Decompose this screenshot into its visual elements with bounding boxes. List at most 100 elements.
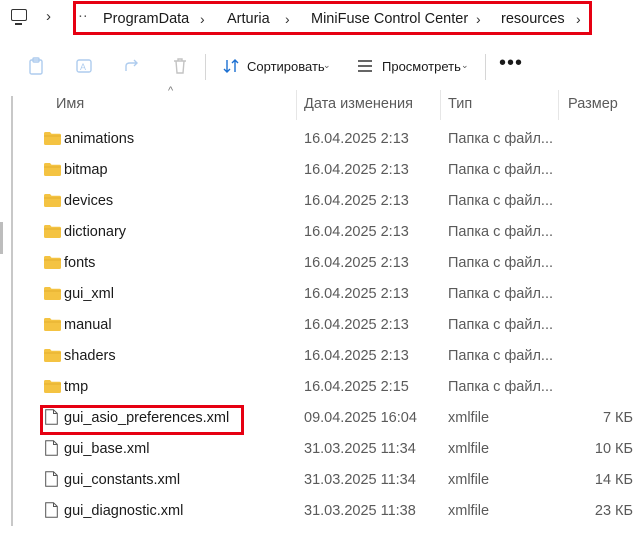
folder-row[interactable]: dictionary 16.04.2025 2:13 Папка с файл... bbox=[0, 217, 644, 248]
file-name[interactable]: gui_base.xml bbox=[64, 441, 149, 457]
column-type[interactable]: Тип bbox=[448, 96, 472, 112]
highlight-box bbox=[40, 405, 244, 435]
folder-icon bbox=[44, 287, 61, 300]
chevron-right-icon[interactable]: › bbox=[476, 11, 481, 27]
file-date: 31.03.2025 11:34 bbox=[304, 472, 416, 488]
file-date: 16.04.2025 2:13 bbox=[304, 286, 409, 302]
file-type: Папка с файл... bbox=[448, 379, 554, 395]
file-type: xmlfile bbox=[448, 441, 490, 457]
folder-icon bbox=[44, 132, 61, 145]
folder-row[interactable]: bitmap 16.04.2025 2:13 Папка с файл... bbox=[0, 155, 644, 186]
sort-icon[interactable] bbox=[222, 57, 240, 75]
file-type: Папка с файл... bbox=[448, 193, 554, 209]
folder-row[interactable]: shaders 16.04.2025 2:13 Папка с файл... bbox=[0, 341, 644, 372]
file-type: Папка с файл... bbox=[448, 286, 554, 302]
breadcrumb-programdata[interactable]: ProgramData bbox=[103, 11, 189, 27]
folder-row[interactable]: fonts 16.04.2025 2:13 Папка с файл... bbox=[0, 248, 644, 279]
file-row[interactable]: gui_base.xml 31.03.2025 11:34 xmlfile 10 КБ bbox=[0, 434, 644, 465]
file-name[interactable]: tmp bbox=[64, 379, 88, 395]
breadcrumb-overflow[interactable]: ·· bbox=[78, 8, 88, 24]
file-name[interactable]: animations bbox=[64, 131, 134, 147]
file-type: Папка с файл... bbox=[448, 255, 554, 271]
file-type: xmlfile bbox=[448, 472, 490, 488]
chevron-right-icon[interactable]: › bbox=[200, 11, 205, 27]
column-divider[interactable] bbox=[558, 90, 559, 120]
column-name[interactable]: Имя bbox=[56, 96, 84, 112]
breadcrumb: ·· ProgramData › Arturia › MiniFuse Cont… bbox=[73, 1, 592, 35]
chevron-down-icon[interactable]: ⌄ bbox=[461, 60, 469, 71]
document-icon bbox=[45, 471, 58, 487]
svg-text:A: A bbox=[80, 62, 86, 72]
chevron-right-icon[interactable]: › bbox=[46, 8, 51, 25]
column-header: ^ Имя Дата изменения Тип Размер bbox=[0, 85, 644, 120]
column-size[interactable]: Размер bbox=[568, 96, 618, 112]
folder-row[interactable]: animations 16.04.2025 2:13 Папка с файл... bbox=[0, 124, 644, 155]
file-date: 16.04.2025 2:13 bbox=[304, 193, 409, 209]
breadcrumb-arturia[interactable]: Arturia bbox=[227, 11, 270, 27]
folder-icon bbox=[44, 256, 61, 269]
folder-icon bbox=[44, 163, 61, 176]
file-type: xmlfile bbox=[448, 410, 490, 426]
folder-row[interactable]: tmp 16.04.2025 2:15 Папка с файл... bbox=[0, 372, 644, 403]
sort-button[interactable]: Сортировать bbox=[247, 59, 325, 74]
file-date: 16.04.2025 2:15 bbox=[304, 379, 409, 395]
file-date: 31.03.2025 11:34 bbox=[304, 441, 416, 457]
file-size: 23 КБ bbox=[594, 503, 633, 519]
folder-icon bbox=[44, 380, 61, 393]
file-size: 14 КБ bbox=[594, 472, 633, 488]
file-name[interactable]: shaders bbox=[64, 348, 116, 364]
file-name[interactable]: gui_constants.xml bbox=[64, 472, 180, 488]
view-button[interactable]: Просмотреть bbox=[382, 59, 461, 74]
document-icon bbox=[45, 440, 58, 456]
file-type: Папка с файл... bbox=[448, 162, 554, 178]
chevron-down-icon[interactable]: ⌄ bbox=[323, 60, 331, 71]
file-type: Папка с файл... bbox=[448, 348, 554, 364]
chevron-right-icon[interactable]: › bbox=[285, 11, 290, 27]
folder-row[interactable]: manual 16.04.2025 2:13 Папка с файл... bbox=[0, 310, 644, 341]
divider bbox=[485, 54, 486, 80]
computer-icon[interactable] bbox=[11, 9, 27, 25]
file-size: 7 КБ bbox=[602, 410, 633, 426]
file-type: xmlfile bbox=[448, 503, 490, 519]
folder-row[interactable]: devices 16.04.2025 2:13 Папка с файл... bbox=[0, 186, 644, 217]
paste-icon[interactable] bbox=[27, 57, 45, 75]
file-name[interactable]: fonts bbox=[64, 255, 95, 271]
divider bbox=[205, 54, 206, 80]
file-name[interactable]: bitmap bbox=[64, 162, 108, 178]
command-bar: A Сортировать ⌄ Просмотреть ⌄ ••• bbox=[0, 44, 644, 90]
breadcrumb-resources[interactable]: resources bbox=[501, 11, 565, 27]
column-divider[interactable] bbox=[440, 90, 441, 120]
folder-row[interactable]: gui_xml 16.04.2025 2:13 Папка с файл... bbox=[0, 279, 644, 310]
file-date: 16.04.2025 2:13 bbox=[304, 317, 409, 333]
folder-icon bbox=[44, 194, 61, 207]
chevron-right-icon[interactable]: › bbox=[576, 11, 581, 27]
file-date: 31.03.2025 11:38 bbox=[304, 503, 416, 519]
file-date: 16.04.2025 2:13 bbox=[304, 162, 409, 178]
file-name[interactable]: gui_xml bbox=[64, 286, 114, 302]
file-name[interactable]: manual bbox=[64, 317, 112, 333]
file-name[interactable]: gui_diagnostic.xml bbox=[64, 503, 183, 519]
file-type: Папка с файл... bbox=[448, 317, 554, 333]
file-name[interactable]: dictionary bbox=[64, 224, 126, 240]
file-size: 10 КБ bbox=[594, 441, 633, 457]
share-icon[interactable] bbox=[123, 57, 141, 75]
column-divider[interactable] bbox=[296, 90, 297, 120]
file-date: 16.04.2025 2:13 bbox=[304, 255, 409, 271]
file-date: 09.04.2025 16:04 bbox=[304, 410, 417, 426]
folder-icon bbox=[44, 225, 61, 238]
delete-icon[interactable] bbox=[171, 57, 189, 75]
view-icon[interactable] bbox=[356, 58, 374, 74]
file-type: Папка с файл... bbox=[448, 131, 554, 147]
file-row[interactable]: gui_constants.xml 31.03.2025 11:34 xmlfile… bbox=[0, 465, 644, 496]
file-name[interactable]: devices bbox=[64, 193, 113, 209]
file-row[interactable]: gui_diagnostic.xml 31.03.2025 11:38 xmlfil… bbox=[0, 496, 644, 527]
column-date[interactable]: Дата изменения bbox=[304, 96, 413, 112]
breadcrumb-minifuse[interactable]: MiniFuse Control Center bbox=[311, 11, 468, 27]
folder-icon bbox=[44, 349, 61, 362]
folder-icon bbox=[44, 318, 61, 331]
file-date: 16.04.2025 2:13 bbox=[304, 224, 409, 240]
rename-icon[interactable]: A bbox=[75, 57, 93, 75]
more-options-button[interactable]: ••• bbox=[499, 52, 523, 75]
file-date: 16.04.2025 2:13 bbox=[304, 131, 409, 147]
file-type: Папка с файл... bbox=[448, 224, 554, 240]
